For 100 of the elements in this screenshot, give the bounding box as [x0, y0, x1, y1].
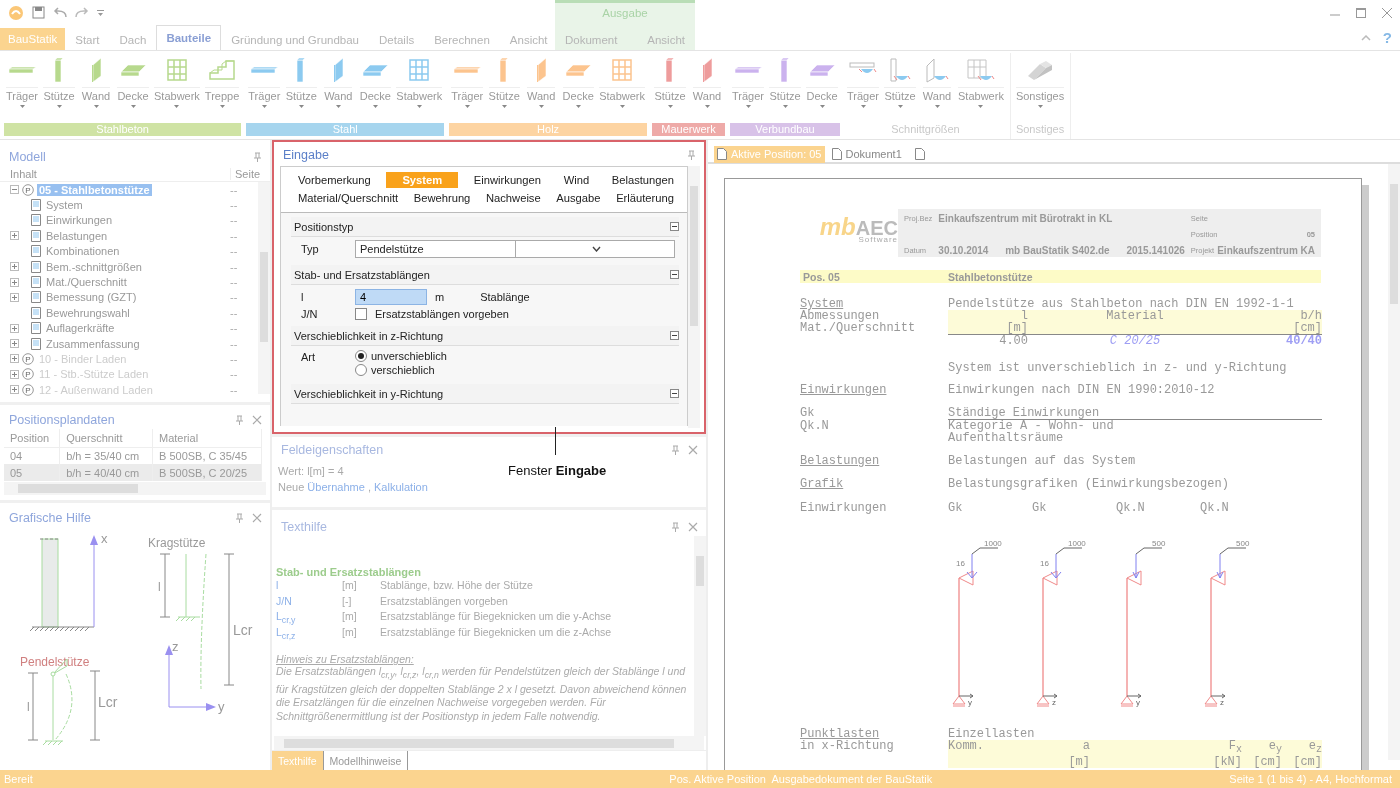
- pin-icon[interactable]: [671, 522, 680, 532]
- ribbon-button[interactable]: Wand: [919, 53, 956, 123]
- close-icon[interactable]: [1382, 7, 1392, 18]
- ribbon-button[interactable]: Stütze: [41, 53, 77, 123]
- expand-icon[interactable]: [10, 262, 19, 272]
- tree-item[interactable]: Belastungen: [44, 229, 110, 242]
- ribbon-button[interactable]: Wand: [320, 53, 357, 123]
- app-logo-icon[interactable]: [8, 4, 24, 21]
- tree-item[interactable]: Zusammenfassung: [44, 337, 142, 350]
- tree-item[interactable]: Bem.-schnittgrößen: [44, 260, 144, 273]
- ribbon-button[interactable]: Stütze: [283, 53, 320, 123]
- tree-item[interactable]: Kombinationen: [44, 245, 122, 258]
- ribbon-button[interactable]: Stütze: [882, 53, 919, 123]
- scrollbar[interactable]: [1388, 164, 1400, 760]
- ribbon-button[interactable]: Stütze: [486, 53, 523, 123]
- pin-icon[interactable]: [235, 513, 244, 523]
- ribbon-tab[interactable]: Dach: [109, 28, 157, 50]
- tab[interactable]: Wind: [556, 172, 597, 188]
- type-dropdown[interactable]: Pendelstütze: [355, 240, 675, 258]
- close-icon[interactable]: [688, 445, 698, 456]
- ribbon-tab[interactable]: Gründung und Grundbau: [221, 28, 370, 50]
- collapse-ribbon-icon[interactable]: [1360, 34, 1371, 41]
- ribbon-tab[interactable]: Ansicht: [637, 28, 695, 50]
- tab[interactable]: Bewehrung: [406, 190, 478, 206]
- close-icon[interactable]: [252, 415, 262, 425]
- scrollbar[interactable]: [694, 536, 706, 736]
- radio-button[interactable]: [355, 364, 367, 376]
- pin-icon[interactable]: [687, 150, 696, 160]
- pin-icon[interactable]: [235, 415, 244, 425]
- ribbon-tab[interactable]: Bauteile: [156, 25, 222, 50]
- tab[interactable]: Vorbemerkung: [291, 172, 378, 188]
- ribbon-button[interactable]: Stabwerk: [956, 53, 1006, 123]
- scrollbar[interactable]: [4, 482, 266, 495]
- scrollbar[interactable]: [258, 182, 270, 394]
- ribbon-button[interactable]: Stütze: [767, 53, 804, 123]
- ribbon-button[interactable]: Träger: [449, 53, 486, 123]
- tree-item[interactable]: 05 - Stahlbetonstütze: [37, 183, 152, 196]
- collapse-icon[interactable]: [670, 222, 679, 231]
- ribbon-button[interactable]: Decke: [804, 53, 841, 123]
- expand-icon[interactable]: [10, 323, 19, 333]
- tab[interactable]: Belastungen: [604, 172, 681, 188]
- expand-icon[interactable]: [10, 231, 19, 241]
- ribbon-button[interactable]: Träger: [730, 53, 767, 123]
- tab[interactable]: Ausgabe: [549, 190, 608, 206]
- ribbon-button[interactable]: Stütze: [652, 53, 689, 123]
- tab[interactable]: Material/Querschnitt: [291, 190, 406, 206]
- expand-icon[interactable]: [10, 292, 19, 302]
- ribbon-button[interactable]: Träger: [246, 53, 283, 123]
- tree-item[interactable]: Mat./Querschnitt: [44, 276, 129, 289]
- radio-button[interactable]: [355, 350, 367, 362]
- undo-icon[interactable]: [53, 6, 67, 19]
- collapse-icon[interactable]: [670, 331, 679, 340]
- link[interactable]: Kalkulation: [374, 481, 428, 494]
- ribbon-tab[interactable]: Ansicht: [499, 28, 558, 50]
- ribbon-button[interactable]: Wand: [78, 53, 114, 123]
- save-icon[interactable]: [32, 6, 45, 19]
- ribbon-button[interactable]: Wand: [523, 53, 560, 123]
- checkbox[interactable]: [355, 307, 367, 320]
- collapse-icon[interactable]: [670, 389, 679, 398]
- ribbon-button[interactable]: Treppe: [202, 53, 242, 123]
- expand-icon[interactable]: [10, 385, 19, 395]
- pin-icon[interactable]: [671, 445, 680, 456]
- collapse-icon[interactable]: [670, 270, 679, 279]
- expand-icon[interactable]: [10, 369, 19, 379]
- ribbon-tab[interactable]: Berechnen: [424, 28, 500, 50]
- tab[interactable]: Nachweise: [478, 190, 548, 206]
- dropdown-icon[interactable]: [97, 9, 104, 16]
- document-tab[interactable]: Dokument1: [828, 145, 905, 163]
- tree-item[interactable]: Bewehrungswahl: [44, 306, 132, 319]
- ribbon-button[interactable]: Stabwerk: [394, 53, 445, 123]
- expand-icon[interactable]: [10, 277, 19, 287]
- tree-item[interactable]: System: [44, 199, 85, 212]
- ribbon-button[interactable]: Stabwerk: [597, 53, 648, 123]
- ribbon-button[interactable]: Stabwerk: [152, 53, 202, 123]
- ribbon-tab[interactable]: Dokument: [555, 28, 628, 50]
- new-document-icon[interactable]: [914, 148, 925, 160]
- pin-icon[interactable]: [253, 152, 262, 162]
- close-icon[interactable]: [252, 513, 262, 523]
- tree-item[interactable]: Einwirkungen: [44, 214, 115, 227]
- ribbon-button[interactable]: Decke: [560, 53, 597, 123]
- link[interactable]: Übernahme: [307, 481, 365, 494]
- tree-item[interactable]: Bemessung (GZT): [44, 291, 139, 304]
- tree-item[interactable]: Auflagerkräfte: [44, 322, 117, 335]
- ribbon-button[interactable]: Träger: [845, 53, 882, 123]
- expand-icon[interactable]: [10, 354, 19, 364]
- tab[interactable]: Erläuterung: [609, 190, 681, 206]
- tab[interactable]: System: [386, 172, 459, 188]
- ribbon-button[interactable]: Wand: [689, 53, 726, 123]
- ribbon-button[interactable]: Träger: [4, 53, 40, 123]
- ribbon-button[interactable]: Sonstiges: [1013, 53, 1067, 123]
- close-icon[interactable]: [688, 522, 698, 532]
- length-input[interactable]: 4: [355, 289, 427, 305]
- scrollbar[interactable]: [688, 166, 700, 428]
- ribbon-button[interactable]: Decke: [357, 53, 394, 123]
- ribbon-button[interactable]: Decke: [115, 53, 151, 123]
- ribbon-tab[interactable]: Details: [369, 28, 425, 50]
- tab[interactable]: Einwirkungen: [466, 172, 548, 188]
- ribbon-tab[interactable]: Start: [65, 28, 110, 50]
- redo-icon[interactable]: [75, 6, 89, 19]
- maximize-icon[interactable]: [1356, 7, 1366, 18]
